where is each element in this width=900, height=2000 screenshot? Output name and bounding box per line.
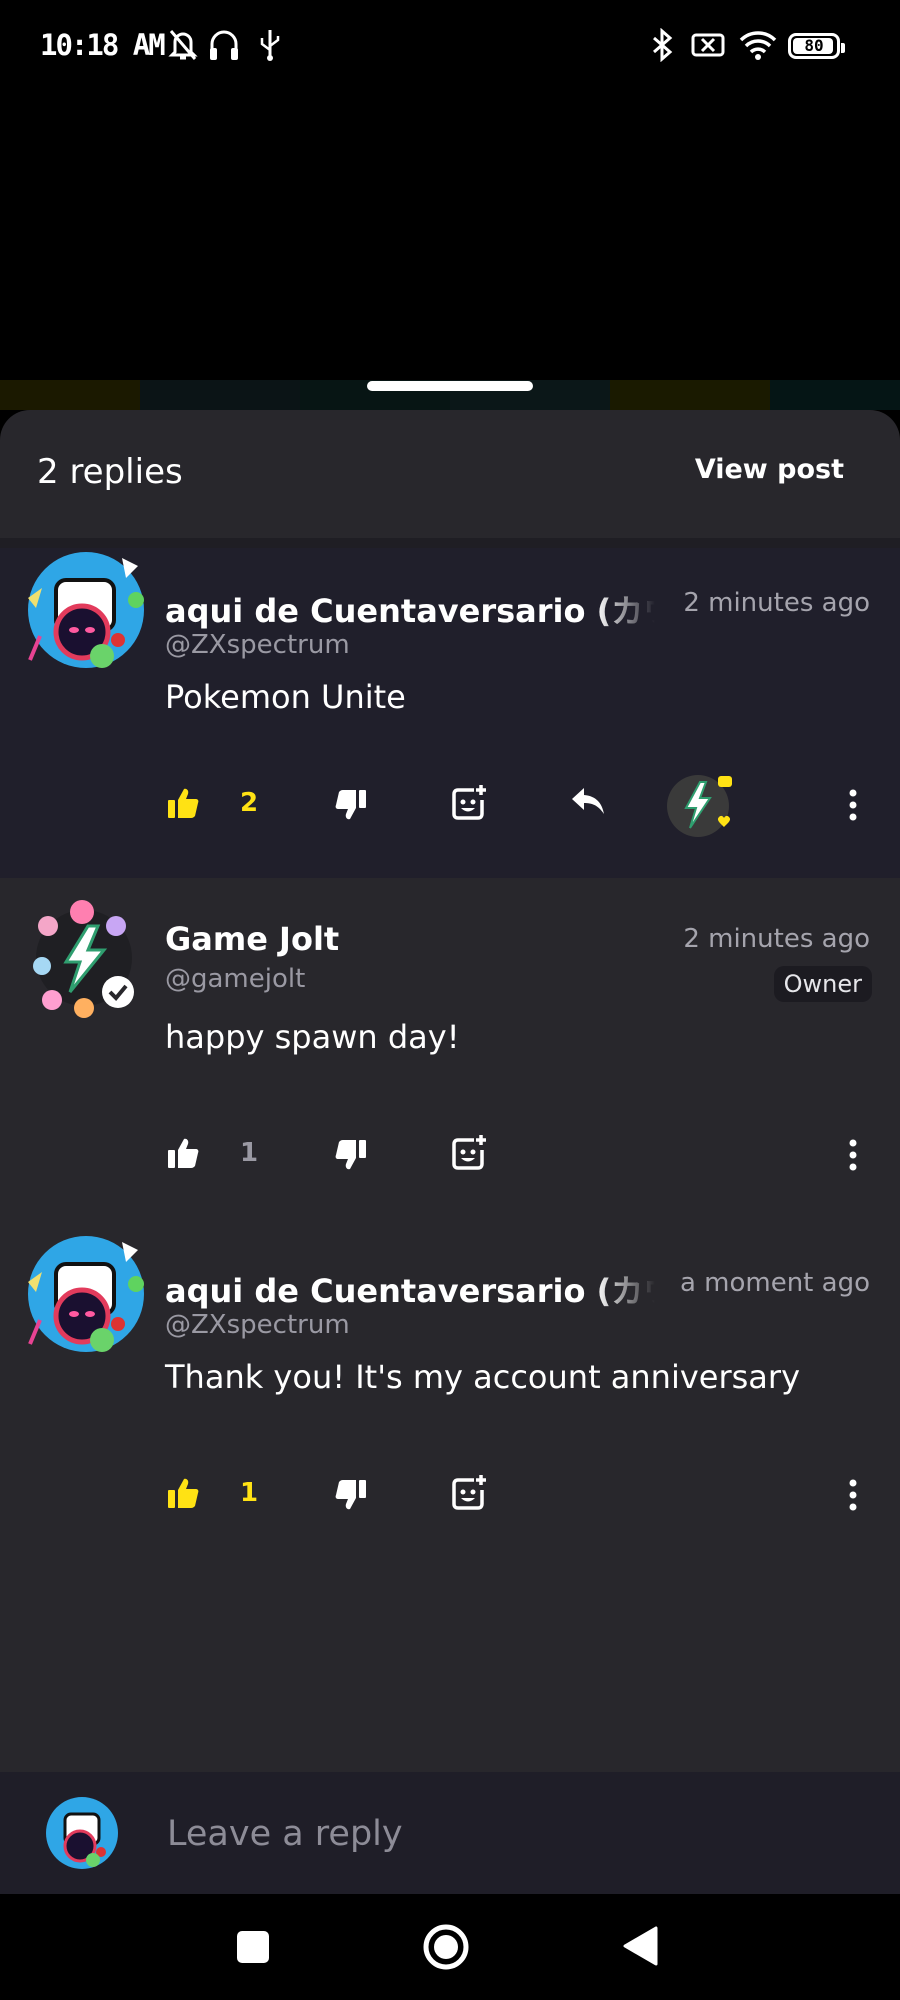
current-user-avatar [46,1797,118,1869]
view-post-button[interactable]: View post [695,454,844,485]
like-icon[interactable] [166,786,200,820]
comment-author[interactable]: Game Jolt [165,920,339,958]
dislike-icon[interactable] [334,1138,368,1172]
comment-item: aqui de Cuentaversario (カウン @ZXspectrum … [0,1218,900,1558]
comment-timestamp: a moment ago [679,1268,870,1298]
comment-author[interactable]: aqui de Cuentaversario (カウン [165,586,655,632]
add-reaction-icon[interactable] [450,1134,488,1172]
bluetooth-icon [653,28,673,62]
back-icon[interactable] [622,1926,658,1966]
status-time: 10:18 AM [40,28,166,62]
sheet-drag-handle[interactable] [367,381,533,391]
comment-handle[interactable]: @ZXspectrum [165,1310,350,1340]
wifi-icon [739,31,777,60]
battery-indicator: 80 [788,33,845,59]
more-options-icon[interactable] [848,1138,858,1172]
comment-author[interactable]: aqui de Cuentaversario (カウン [165,1266,655,1312]
reply-input[interactable] [165,1806,849,1862]
comment-handle[interactable]: @ZXspectrum [165,630,350,660]
dislike-icon[interactable] [334,788,368,822]
replies-count: 2 replies [37,452,183,492]
recent-apps-icon[interactable] [236,1930,270,1964]
comment-text: happy spawn day! [165,1018,460,1056]
comment-item: Game Jolt @gamejolt 2 minutes ago Owner … [0,878,900,1218]
battery-level: 80 [804,36,824,55]
like-icon[interactable] [166,1476,200,1510]
system-nav-bar [0,1894,900,2000]
replies-sheet: 2 replies View post aqui de Cuentaversar… [0,410,900,1894]
like-count: 1 [240,1478,259,1508]
reply-bar [0,1772,900,1894]
comment-text: Pokemon Unite [165,678,406,716]
status-bar: 10:18 AM 80 [0,0,900,90]
more-options-icon[interactable] [848,788,858,822]
usb-icon [260,30,280,61]
gamejolt-avatar[interactable] [22,896,146,1020]
comment-text: Thank you! It's my account anniversary [165,1358,800,1396]
more-options-icon[interactable] [848,1478,858,1512]
comment-item: aqui de Cuentaversario (カウン @ZXspectrum … [0,548,900,878]
home-icon[interactable] [422,1923,470,1971]
headphones-icon [210,30,238,60]
user-avatar[interactable] [22,1232,146,1356]
owner-badge: Owner [773,966,872,1002]
like-icon[interactable] [166,1136,200,1170]
sheet-header: 2 replies View post [0,410,900,538]
comment-timestamp: 2 minutes ago [683,588,870,618]
header-divider [0,538,900,548]
add-reaction-icon[interactable] [450,1474,488,1512]
comment-timestamp: 2 minutes ago [683,924,870,954]
add-reaction-icon[interactable] [450,784,488,822]
like-count: 1 [240,1138,259,1168]
like-count: 2 [240,788,259,818]
gamejolt-reaction-icon[interactable] [664,768,740,844]
reply-icon[interactable] [570,786,606,816]
user-avatar[interactable] [22,548,146,672]
dislike-icon[interactable] [334,1478,368,1512]
no-sim-icon [691,33,725,57]
comment-handle[interactable]: @gamejolt [165,964,305,994]
muted-bell-icon [168,30,198,60]
